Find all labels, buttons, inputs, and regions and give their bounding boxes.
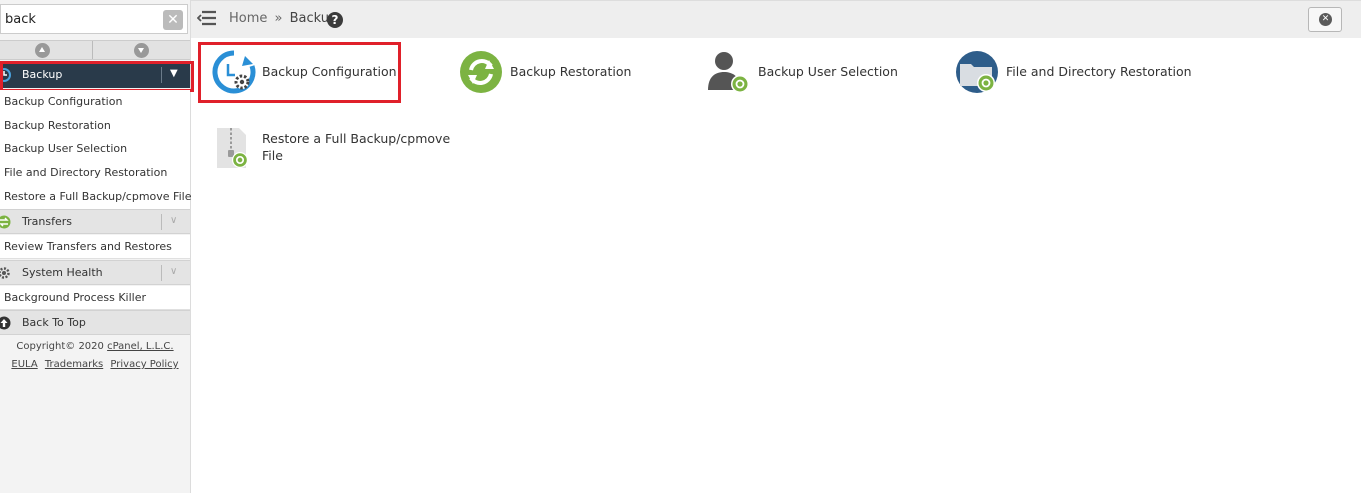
divider xyxy=(161,214,162,230)
copyright-text: Copyright© 2020 xyxy=(16,341,104,352)
tile-label-line1: Restore a Full Backup/cpmove xyxy=(262,131,451,146)
backup-category-icon xyxy=(0,68,11,82)
clear-search-icon[interactable]: ✕ xyxy=(163,10,183,30)
transfers-icon xyxy=(0,215,11,229)
divider xyxy=(92,41,93,59)
tile-label: Backup Restoration xyxy=(510,64,632,79)
sidebar-item-restore-full-backup[interactable]: Restore a Full Backup/cpmove File xyxy=(0,185,191,209)
backup-configuration-icon xyxy=(212,50,256,94)
sidebar-item-review-transfers[interactable]: Review Transfers and Restores xyxy=(0,235,190,259)
tile-label: Backup User Selection xyxy=(758,64,898,79)
category-system-health[interactable]: System Health ∨ xyxy=(0,260,190,285)
tile-restore-full-backup[interactable]: Restore a Full Backup/cpmove File xyxy=(212,126,452,170)
tile-file-directory-restoration[interactable]: File and Directory Restoration xyxy=(956,50,1192,94)
expand-all-icon[interactable] xyxy=(134,43,149,58)
chevron-down-icon[interactable]: ∨ xyxy=(170,266,177,277)
close-button[interactable]: ✕ xyxy=(1308,7,1342,32)
category-label: Transfers xyxy=(22,215,72,228)
privacy-policy-link[interactable]: Privacy Policy xyxy=(110,359,178,370)
top-bar: Home » Backup ? ✕ xyxy=(191,0,1361,38)
backup-user-selection-icon xyxy=(708,52,749,93)
breadcrumb-home[interactable]: Home xyxy=(229,11,267,26)
gear-icon xyxy=(0,267,10,279)
arrow-up-icon xyxy=(0,316,11,330)
tile-backup-configuration[interactable]: Backup Configuration xyxy=(212,50,397,94)
menu-toggle-icon[interactable] xyxy=(197,10,217,26)
sidebar-footer: Copyright© 2020 cPanel, L.L.C. EULA Trad… xyxy=(0,337,190,377)
file-directory-restoration-icon xyxy=(956,51,998,93)
restore-full-backup-icon xyxy=(217,128,248,168)
tile-label: Backup Configuration xyxy=(262,64,397,79)
eula-link[interactable]: EULA xyxy=(11,359,37,370)
backup-restoration-icon xyxy=(460,51,502,93)
tile-backup-user-selection[interactable]: Backup User Selection xyxy=(708,50,898,94)
sidebar-search: ✕ xyxy=(0,4,190,36)
breadcrumb: Home » Backup xyxy=(229,11,337,26)
sidebar-item-background-process-killer[interactable]: Background Process Killer xyxy=(0,286,190,310)
divider xyxy=(161,67,162,83)
tile-label: File and Directory Restoration xyxy=(1006,64,1192,79)
sidebar-item-backup-configuration[interactable]: Backup Configuration xyxy=(0,90,190,114)
breadcrumb-separator: » xyxy=(274,11,283,26)
category-label: Backup xyxy=(22,68,63,81)
chevron-down-icon[interactable]: ∨ xyxy=(170,215,177,226)
sidebar-item-backup-restoration[interactable]: Backup Restoration xyxy=(0,114,190,138)
tile-label-line2: File xyxy=(262,148,283,163)
sidebar: ✕ Backup ▼ Backup Configuration Backup R… xyxy=(0,0,194,493)
help-icon[interactable]: ? xyxy=(327,12,343,28)
category-transfers[interactable]: Transfers ∨ xyxy=(0,209,190,234)
expand-collapse-bar xyxy=(0,40,190,60)
tile-backup-restoration[interactable]: Backup Restoration xyxy=(460,50,640,94)
back-to-top[interactable]: Back To Top xyxy=(0,310,190,335)
collapse-all-icon[interactable] xyxy=(35,43,50,58)
search-input[interactable] xyxy=(0,4,188,34)
sidebar-item-file-directory-restoration[interactable]: File and Directory Restoration xyxy=(0,161,190,185)
category-backup[interactable]: Backup ▼ xyxy=(0,63,190,88)
sidebar-item-backup-user-selection[interactable]: Backup User Selection xyxy=(0,137,190,161)
category-label: System Health xyxy=(22,266,103,279)
trademarks-link[interactable]: Trademarks xyxy=(45,359,103,370)
divider xyxy=(161,265,162,281)
close-icon: ✕ xyxy=(1319,13,1332,26)
category-label: Back To Top xyxy=(22,316,86,329)
chevron-down-icon[interactable]: ▼ xyxy=(170,68,178,79)
company-link[interactable]: cPanel, L.L.C. xyxy=(107,341,174,352)
